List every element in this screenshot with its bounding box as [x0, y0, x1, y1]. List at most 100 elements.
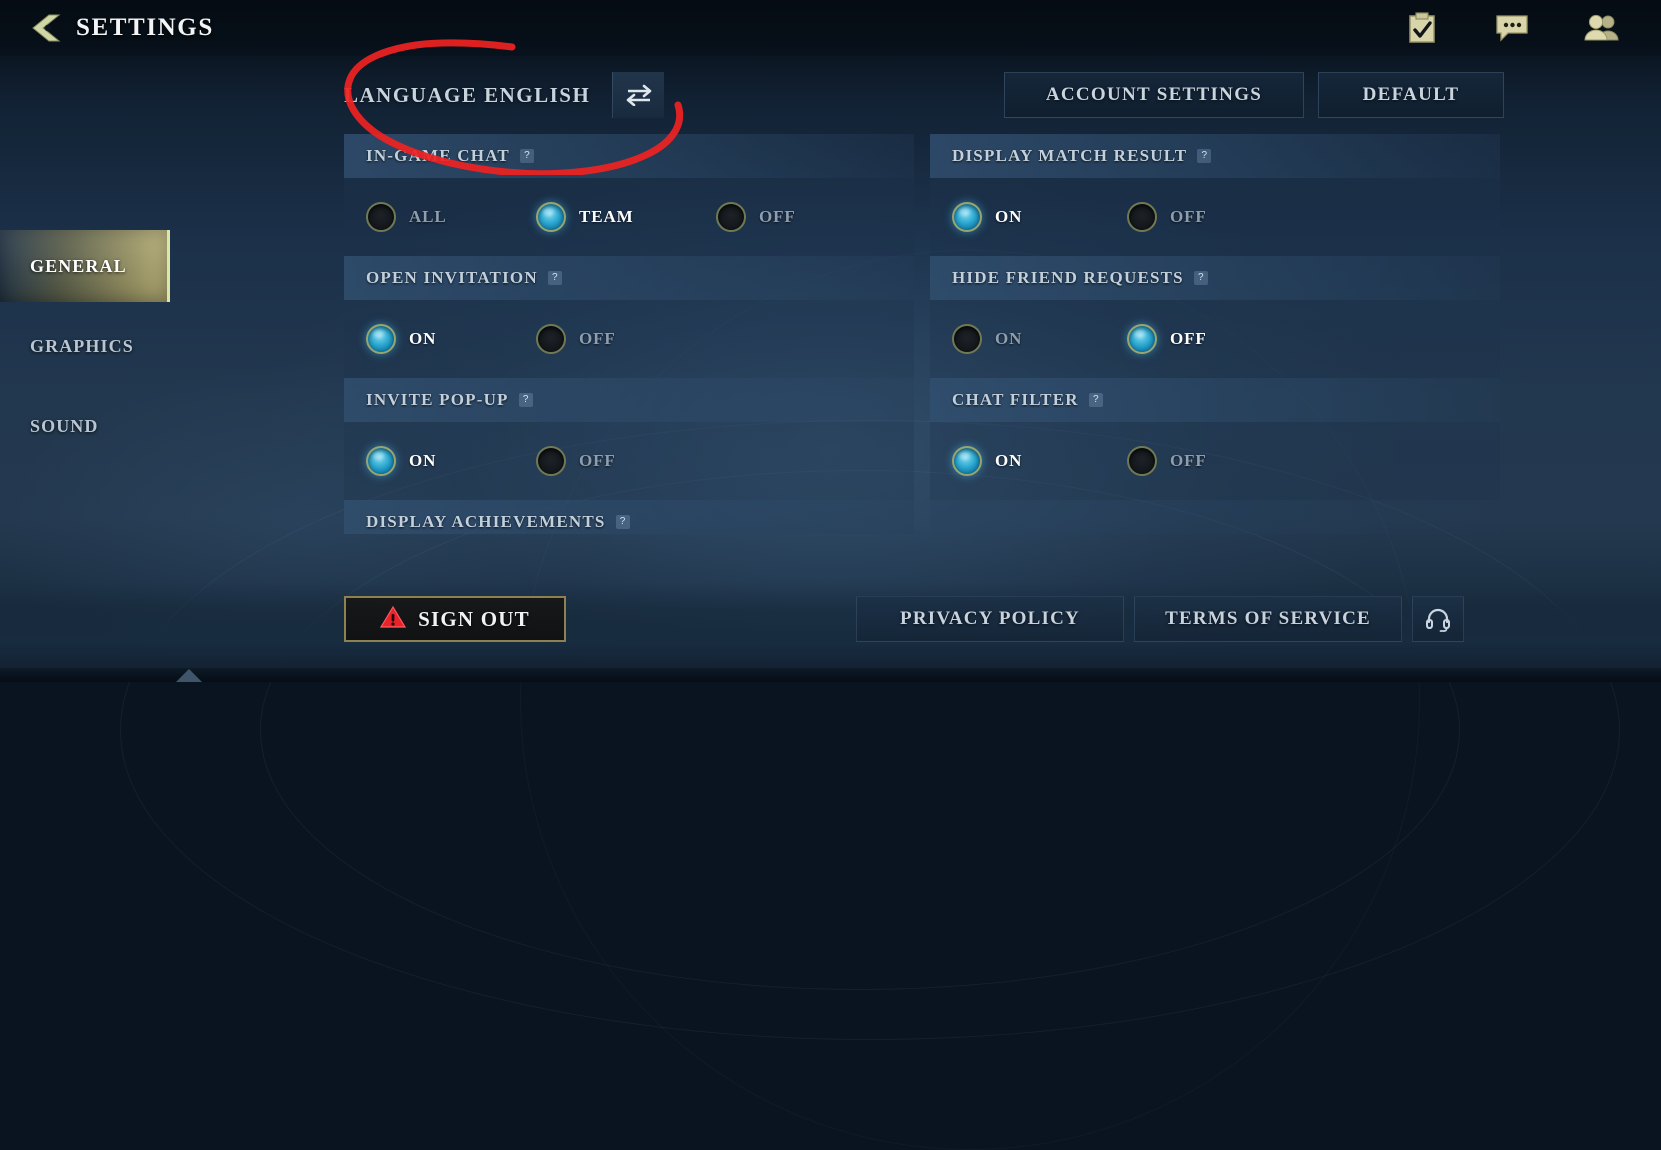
- option-off[interactable]: OFF: [1127, 202, 1207, 232]
- card-body: ON OFF: [930, 300, 1500, 378]
- radio-button[interactable]: [536, 446, 566, 476]
- option-label: OFF: [579, 329, 616, 348]
- sidebar-item-label: GRAPHICS: [30, 335, 134, 356]
- sidebar-nav: GENERAL GRAPHICS SOUND: [0, 230, 170, 470]
- terms-of-service-button[interactable]: TERMS OF SERVICE: [1134, 596, 1402, 642]
- help-icon[interactable]: ?: [1193, 271, 1208, 285]
- settings-grid: IN-GAME CHAT ? ALL TEAM OFF DISPLAY MATC…: [344, 134, 1504, 534]
- bottom-bar: SIGN OUT PRIVACY POLICY TERMS OF SERVICE: [0, 582, 1661, 682]
- card-body: ON OFF: [930, 178, 1500, 256]
- account-settings-button[interactable]: ACCOUNT SETTINGS: [1004, 72, 1304, 118]
- card-header: CHAT FILTER ?: [930, 378, 1500, 422]
- card-body: ON OFF: [344, 422, 914, 500]
- card-header: INVITE POP-UP ?: [344, 378, 914, 422]
- option-label: OFF: [1170, 451, 1207, 470]
- option-label: ON: [995, 451, 1023, 470]
- option-label: ON: [995, 329, 1023, 348]
- radio-button-selected[interactable]: [1127, 324, 1157, 354]
- help-icon[interactable]: ?: [518, 393, 533, 407]
- radio-button-selected[interactable]: [536, 202, 566, 232]
- default-button[interactable]: DEFAULT: [1318, 72, 1504, 118]
- language-row: LANGUAGE ENGLISH ACCOUNT SETTINGS DEFAUL…: [344, 70, 1504, 120]
- setting-card-in-game-chat: IN-GAME CHAT ? ALL TEAM OFF: [344, 134, 914, 256]
- help-icon[interactable]: ?: [615, 515, 630, 529]
- radio-button[interactable]: [536, 324, 566, 354]
- option-on[interactable]: ON: [952, 202, 1127, 232]
- setting-card-open-invitation: OPEN INVITATION ? ON OFF: [344, 256, 914, 378]
- tasks-checklist-icon[interactable]: [1403, 11, 1441, 45]
- sidebar-item-general[interactable]: GENERAL: [0, 230, 170, 302]
- option-label: ON: [409, 329, 437, 348]
- radio-button-selected[interactable]: [366, 324, 396, 354]
- setting-card-display-match-result: DISPLAY MATCH RESULT ? ON OFF: [930, 134, 1500, 256]
- help-icon[interactable]: ?: [1197, 149, 1212, 163]
- help-icon[interactable]: ?: [547, 271, 562, 285]
- option-off[interactable]: OFF: [536, 324, 616, 354]
- sidebar-item-label: SOUND: [30, 415, 99, 436]
- radio-button-selected[interactable]: [366, 446, 396, 476]
- language-label: LANGUAGE ENGLISH: [344, 82, 591, 107]
- option-on[interactable]: ON: [366, 324, 536, 354]
- setting-card-display-achievements: DISPLAY ACHIEVEMENTS ?: [344, 500, 914, 534]
- card-header: DISPLAY ACHIEVEMENTS ?: [344, 500, 914, 534]
- setting-card-chat-filter: CHAT FILTER ? ON OFF: [930, 378, 1500, 500]
- sign-out-label: SIGN OUT: [418, 606, 530, 631]
- option-all[interactable]: ALL: [366, 202, 536, 232]
- setting-title: CHAT FILTER: [952, 390, 1079, 409]
- option-label: ON: [995, 207, 1023, 226]
- setting-title: INVITE POP-UP: [366, 390, 509, 409]
- language-selector[interactable]: LANGUAGE ENGLISH: [344, 72, 665, 118]
- settings-content: LANGUAGE ENGLISH ACCOUNT SETTINGS DEFAUL…: [344, 70, 1504, 534]
- sidebar-item-label: GENERAL: [30, 255, 127, 276]
- top-bar-icons: [1403, 11, 1621, 45]
- friends-people-icon[interactable]: [1583, 11, 1621, 45]
- help-icon[interactable]: ?: [1088, 393, 1103, 407]
- setting-card-hide-friend-requests: HIDE FRIEND REQUESTS ? ON OFF: [930, 256, 1500, 378]
- option-off[interactable]: OFF: [1127, 446, 1207, 476]
- option-label: TEAM: [579, 207, 634, 226]
- option-label: OFF: [579, 451, 616, 470]
- back-button[interactable]: [26, 10, 62, 46]
- swap-arrows-icon[interactable]: [612, 72, 665, 118]
- chat-bubble-icon[interactable]: [1493, 11, 1531, 45]
- sidebar-item-graphics[interactable]: GRAPHICS: [0, 310, 170, 382]
- radio-button-selected[interactable]: [952, 202, 982, 232]
- setting-title: DISPLAY MATCH RESULT: [952, 146, 1188, 165]
- privacy-policy-button[interactable]: PRIVACY POLICY: [856, 596, 1124, 642]
- radio-button[interactable]: [1127, 202, 1157, 232]
- card-header: [930, 500, 1500, 534]
- sidebar-item-sound[interactable]: SOUND: [0, 390, 170, 462]
- option-on[interactable]: ON: [952, 446, 1127, 476]
- bottom-bar-content: SIGN OUT PRIVACY POLICY TERMS OF SERVICE: [344, 596, 1464, 642]
- setting-card-placeholder: [930, 500, 1500, 534]
- option-off[interactable]: OFF: [536, 446, 616, 476]
- card-body: ON OFF: [930, 422, 1500, 500]
- setting-card-invite-popup: INVITE POP-UP ? ON OFF: [344, 378, 914, 500]
- radio-button-selected[interactable]: [952, 446, 982, 476]
- sign-out-button[interactable]: SIGN OUT: [344, 596, 566, 642]
- setting-title: DISPLAY ACHIEVEMENTS: [366, 512, 606, 531]
- settings-screen: SETTINGS GENERAL GRAPHICS SOUND LANGUAGE…: [0, 0, 1661, 1150]
- option-off[interactable]: OFF: [716, 202, 796, 232]
- help-icon[interactable]: ?: [519, 149, 534, 163]
- option-on[interactable]: ON: [952, 324, 1127, 354]
- footer-strip: [0, 668, 1661, 682]
- option-off[interactable]: OFF: [1127, 324, 1207, 354]
- radio-button[interactable]: [716, 202, 746, 232]
- radio-button[interactable]: [366, 202, 396, 232]
- radio-button[interactable]: [1127, 446, 1157, 476]
- option-label: OFF: [1170, 329, 1207, 348]
- option-label: OFF: [1170, 207, 1207, 226]
- radio-button[interactable]: [952, 324, 982, 354]
- page-title: SETTINGS: [76, 14, 214, 41]
- top-bar: SETTINGS: [0, 0, 1661, 56]
- top-action-buttons: ACCOUNT SETTINGS DEFAULT: [1004, 72, 1504, 118]
- card-header: DISPLAY MATCH RESULT ?: [930, 134, 1500, 178]
- headset-support-icon[interactable]: [1412, 596, 1464, 642]
- option-team[interactable]: TEAM: [536, 202, 716, 232]
- option-label: OFF: [759, 207, 796, 226]
- setting-title: IN-GAME CHAT: [366, 146, 510, 165]
- chevron-left-icon: [27, 13, 61, 43]
- setting-title: HIDE FRIEND REQUESTS: [952, 268, 1184, 287]
- option-on[interactable]: ON: [366, 446, 536, 476]
